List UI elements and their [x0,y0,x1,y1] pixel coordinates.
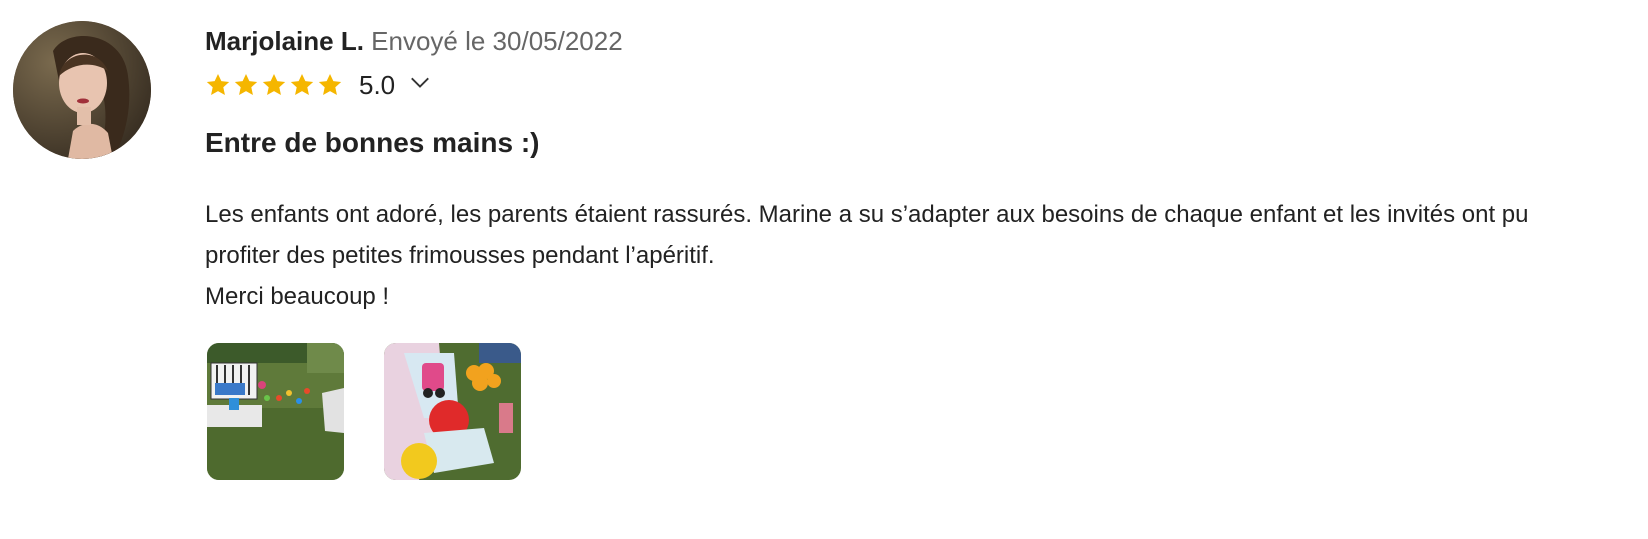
rating-row[interactable]: 5.0 [205,66,1628,104]
chevron-down-icon[interactable] [409,71,431,93]
rating-score: 5.0 [359,69,396,100]
sent-date: Envoyé le 30/05/2022 [371,26,623,56]
avatar-photo [13,21,151,159]
star-rating [205,72,343,98]
review-meta: Marjolaine L. Envoyé le 30/05/2022 [205,22,1628,60]
star-icon [205,72,231,98]
author-name[interactable]: Marjolaine L. [205,26,364,56]
avatar [13,21,151,159]
review-title: Entre de bonnes mains :) [205,127,540,158]
review-body: Les enfants ont adoré, les parents étaie… [205,201,1529,310]
review-photo-2[interactable] [384,343,521,480]
review-card: Marjolaine L. Envoyé le 30/05/2022 5.0 E… [205,22,1628,480]
star-icon [317,72,343,98]
star-icon [289,72,315,98]
review-photos [207,343,1628,480]
star-icon [261,72,287,98]
star-icon [233,72,259,98]
review-photo-1[interactable] [207,343,344,480]
